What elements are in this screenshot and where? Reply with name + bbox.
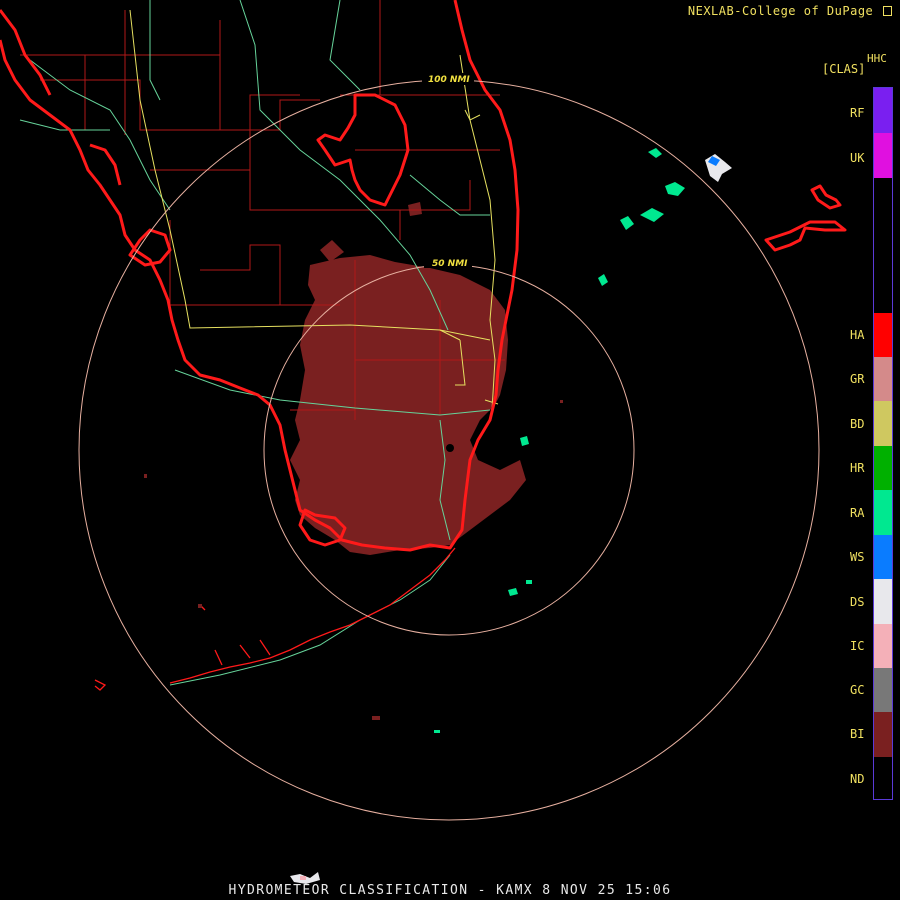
radar-map: 50 NMI 100 NMI [0,0,847,884]
legend-swatch-gr [874,357,892,401]
product-subtitle: [CLAS] [822,62,866,76]
legend-label-ws: WS [850,550,865,564]
product-title: HYDROMETEOR CLASSIFICATION - KAMX 8 NOV … [228,883,672,898]
legend-label-uk: UK [850,151,865,165]
legend-swatch-gc [874,668,892,712]
legend-label-hr: HR [850,461,865,475]
credit-text: NEXLAB-College of DuPage [687,4,874,18]
legend-label-ic: IC [850,639,865,653]
legend-swatch-ds [874,579,892,624]
legend-label-gc: GC [850,683,865,697]
color-legend [873,87,893,800]
legend-swatch-bi [874,712,892,757]
legend-swatch-uk [874,133,892,178]
legend-swatch-nd [874,757,892,799]
legend-swatch-ic [874,624,892,668]
nexlab-logo-icon [883,6,892,16]
legend-swatch-bd [874,401,892,446]
legend-label-nd: ND [850,772,865,786]
legend-swatch-rf [874,88,892,133]
legend-label-gr: GR [850,372,865,386]
range-ring-label-50: 50 NMI [432,259,468,269]
legend-swatch-hr [874,446,892,490]
legend-label-ra: RA [850,506,865,520]
range-ring-label-100: 100 NMI [428,75,470,85]
legend-label-ds: DS [850,595,865,609]
legend-swatch-ha [874,313,892,357]
legend-label-bd: BD [850,417,865,431]
legend-label-bi: BI [850,727,865,741]
echo-biological [290,202,526,555]
florida-keys [94,547,456,691]
echo-rain-clusters [434,148,685,733]
legend-swatch-ra [874,490,892,535]
product-code: HHC [867,52,887,65]
credit-label: NEXLAB-College of DuPage [688,4,892,18]
legend-swatch-ws [874,535,892,579]
legend-label-rf: RF [850,106,865,120]
legend-label-ha: HA [850,328,865,342]
